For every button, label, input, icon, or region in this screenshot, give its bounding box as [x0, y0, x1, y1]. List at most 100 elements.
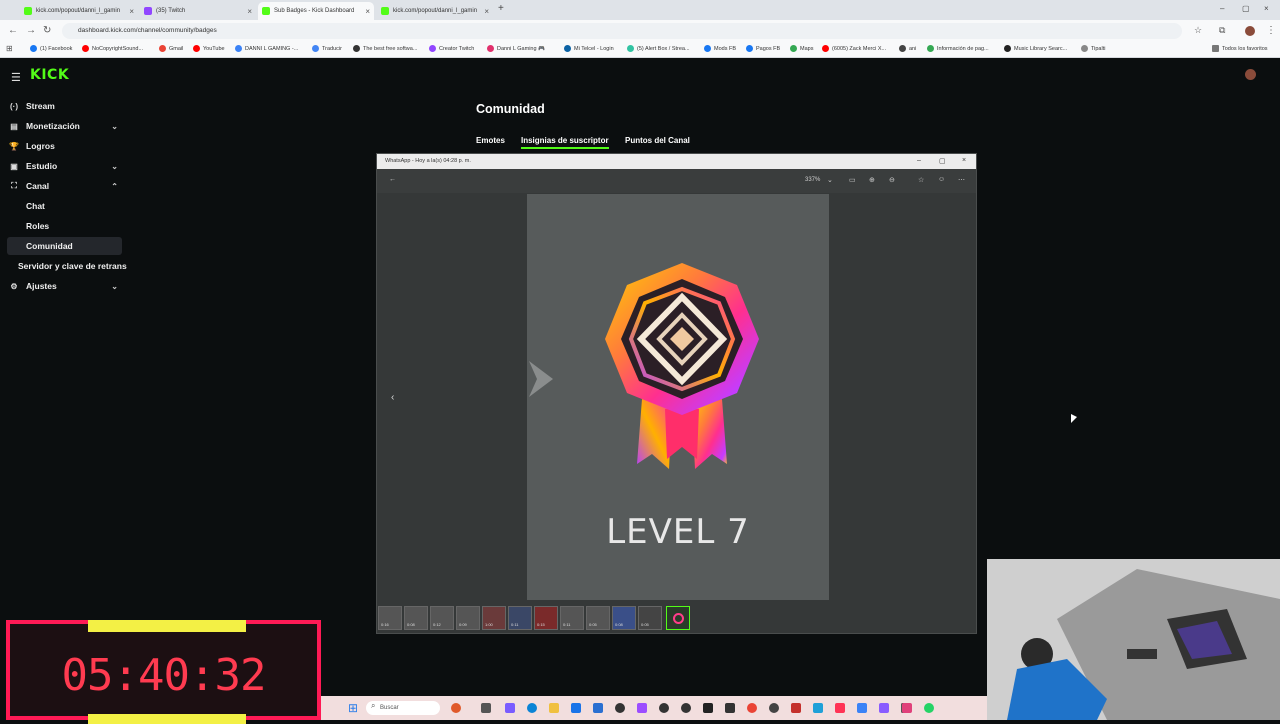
maximize-icon[interactable]: ▢: [1242, 4, 1250, 13]
app-icon[interactable]: [659, 703, 669, 713]
capcut-icon[interactable]: [725, 703, 735, 713]
whatsapp-icon[interactable]: [924, 703, 934, 713]
app-icon[interactable]: [637, 703, 647, 713]
sidebar-item-roles[interactable]: Roles: [0, 217, 124, 235]
thumbnail[interactable]: 0:05: [586, 606, 610, 630]
bookmark-item[interactable]: (5) Alert Box / Strea...: [627, 45, 690, 52]
browser-tab[interactable]: (35) Twitch ×: [140, 2, 256, 20]
chevron-down-icon[interactable]: ⌄: [111, 282, 118, 291]
thumbnail[interactable]: 0:09: [456, 606, 480, 630]
emoji-icon[interactable]: ☺: [938, 176, 945, 183]
sidebar-item-comunidad[interactable]: Comunidad: [7, 237, 122, 255]
bookmark-item[interactable]: Gmail: [159, 45, 183, 52]
app-icon[interactable]: [857, 703, 867, 713]
app-icon[interactable]: [813, 703, 823, 713]
fit-screen-icon[interactable]: ▭: [849, 176, 856, 184]
thumbnail[interactable]: 0:15: [534, 606, 558, 630]
bookmark-item[interactable]: Mi Telcel - Login: [564, 45, 614, 52]
edge-icon[interactable]: [527, 703, 537, 713]
browser-tab-active[interactable]: Sub Badges - Kick Dashboard ×: [258, 2, 374, 20]
sidebar-item-canal[interactable]: ⛶ Canal ⌃: [0, 177, 124, 195]
sidebar-item-logros[interactable]: 🏆 Logros: [0, 137, 124, 155]
app-icon[interactable]: [791, 703, 801, 713]
zoom-out-icon[interactable]: ⊖: [889, 176, 895, 184]
store-icon[interactable]: [571, 703, 581, 713]
chevron-down-icon[interactable]: ⌄: [111, 122, 118, 131]
back-arrow-icon[interactable]: ←: [389, 176, 396, 183]
app-icon[interactable]: [879, 703, 889, 713]
bookmark-item[interactable]: ani: [899, 45, 916, 52]
sidebar-item-servidor[interactable]: Servidor y clave de retrans: [0, 257, 140, 275]
tab-puntos[interactable]: Puntos del Canal: [625, 136, 690, 145]
reload-icon[interactable]: ↻: [43, 25, 51, 36]
bookmark-item[interactable]: Music Library Searc...: [1004, 45, 1067, 52]
bookmark-item[interactable]: Traducir: [312, 45, 342, 52]
app-icon[interactable]: [769, 703, 779, 713]
new-tab-icon[interactable]: +: [498, 3, 504, 14]
windows-start-icon[interactable]: ⊞: [348, 701, 358, 715]
app-icon[interactable]: [681, 703, 691, 713]
obs-icon[interactable]: [615, 703, 625, 713]
more-options-icon[interactable]: ⋯: [958, 176, 965, 184]
mail-icon[interactable]: [593, 703, 603, 713]
thumbnail[interactable]: 0:11: [508, 606, 532, 630]
thumbnail[interactable]: 0:11: [560, 606, 584, 630]
bookmark-item[interactable]: The best free softwa...: [353, 45, 417, 52]
profile-avatar[interactable]: [1245, 26, 1255, 36]
thumbnail[interactable]: 1:00: [482, 606, 506, 630]
thumbnail[interactable]: 0:16: [378, 606, 402, 630]
back-icon[interactable]: ←: [8, 25, 18, 36]
all-bookmarks[interactable]: Todos los favoritos: [1212, 45, 1268, 52]
close-tab-icon[interactable]: ×: [129, 7, 134, 16]
url-input[interactable]: dashboard.kick.com/channel/community/bad…: [62, 23, 1182, 39]
close-window-icon[interactable]: ×: [1264, 4, 1269, 13]
bookmark-star-icon[interactable]: ☆: [1194, 25, 1202, 36]
thumbnail-current[interactable]: [666, 606, 690, 630]
app-icon[interactable]: [835, 703, 845, 713]
user-avatar[interactable]: [1245, 69, 1256, 80]
minimize-icon[interactable]: –: [917, 157, 921, 164]
minimize-icon[interactable]: –: [1220, 4, 1224, 13]
chevron-up-icon[interactable]: ⌃: [111, 182, 118, 191]
chevron-down-icon[interactable]: ⌄: [827, 176, 833, 184]
task-view-icon[interactable]: [481, 703, 491, 713]
sidebar-item-estudio[interactable]: ▣ Estudio ⌄: [0, 157, 124, 175]
chrome-icon[interactable]: [747, 703, 757, 713]
terminal-icon[interactable]: [703, 703, 713, 713]
bookmark-item[interactable]: (1) Facebook: [30, 45, 72, 52]
bookmark-item[interactable]: YouTube: [193, 45, 225, 52]
file-explorer-icon[interactable]: [549, 703, 559, 713]
sidebar-item-ajustes[interactable]: ⚙ Ajustes ⌄: [0, 277, 124, 295]
taskbar-search-input[interactable]: Buscar: [366, 701, 440, 715]
zoom-in-icon[interactable]: ⊕: [869, 176, 875, 184]
browser-tab[interactable]: kick.com/popout/danni_l_gamin ×: [20, 2, 138, 20]
menu-kebab-icon[interactable]: ⋮: [1266, 25, 1276, 36]
bookmark-item[interactable]: Danni L Gaming 🎮: [487, 45, 545, 52]
bookmark-item[interactable]: Mods FB: [704, 45, 736, 52]
thumbnail[interactable]: 0:08: [404, 606, 428, 630]
forward-icon[interactable]: →: [26, 25, 36, 36]
thumbnail[interactable]: 0:12: [430, 606, 454, 630]
close-icon[interactable]: ×: [962, 157, 966, 164]
apps-grid-icon[interactable]: ⊞: [6, 44, 13, 53]
sidebar-item-stream[interactable]: (·) Stream: [0, 97, 124, 115]
app-icon[interactable]: [451, 703, 461, 713]
kick-logo[interactable]: KICK: [30, 67, 69, 83]
copilot-icon[interactable]: [505, 703, 515, 713]
bookmark-item[interactable]: Pagos FB: [746, 45, 780, 52]
tab-emotes[interactable]: Emotes: [476, 136, 505, 145]
thumbnail[interactable]: 0:08: [612, 606, 636, 630]
chevron-down-icon[interactable]: ⌄: [111, 162, 118, 171]
app-icon[interactable]: [902, 703, 912, 713]
bookmark-item[interactable]: DANNI L GAMING -...: [235, 45, 298, 52]
zoom-level[interactable]: 337%: [805, 177, 820, 183]
tab-insignias[interactable]: Insignias de suscriptor: [521, 136, 609, 149]
extensions-icon[interactable]: ⧉: [1219, 25, 1225, 36]
previous-image-icon[interactable]: ‹: [391, 392, 394, 403]
bookmark-item[interactable]: NoCopyrightSound...: [82, 45, 143, 52]
maximize-icon[interactable]: ▢: [939, 157, 946, 165]
thumbnail[interactable]: 0:05: [638, 606, 662, 630]
close-tab-icon[interactable]: ×: [247, 7, 252, 16]
close-tab-icon[interactable]: ×: [484, 7, 489, 16]
hamburger-menu-icon[interactable]: ☰: [11, 71, 21, 84]
